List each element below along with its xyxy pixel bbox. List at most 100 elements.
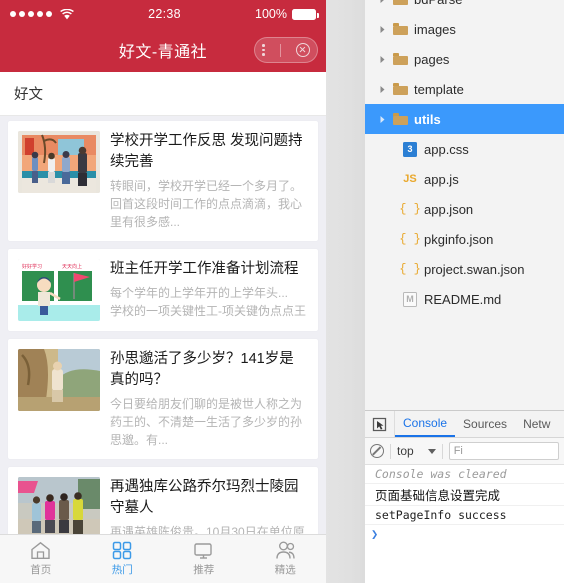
inspect-element-icon[interactable]: [365, 411, 395, 437]
chevron-right-icon[interactable]: [375, 25, 389, 34]
article-text: 孙思邈活了多少岁？141岁是真的吗？ 今日要给朋友们聊的是被世人称之为药王的、不…: [110, 349, 308, 449]
signal-dot: [37, 11, 43, 17]
file-name: app.json: [424, 201, 474, 217]
markdown-file-icon: M: [399, 291, 421, 307]
console-input-row[interactable]: ❯: [365, 525, 564, 543]
toolbar-divider: [390, 443, 391, 459]
article-thumbnail: [18, 477, 100, 534]
svg-text:好好学习: 好好学习: [22, 263, 42, 270]
folder-icon: [389, 53, 411, 65]
tabbar-label: 推荐: [193, 564, 215, 576]
console-log-entry: setPageInfo success: [365, 506, 564, 525]
signal-dot: [46, 11, 52, 17]
status-time: 22:38: [148, 7, 181, 21]
file-tree-row-file[interactable]: M README.md: [365, 284, 564, 314]
app-window: 22:38 100% 好文-青通社 好文 学校开学工作反思 发现问题持续完善 转…: [0, 0, 564, 583]
more-dots-icon[interactable]: [262, 44, 265, 56]
category-tabs: 好文: [0, 72, 326, 116]
monitor-icon: [193, 541, 214, 560]
tabbar-item-featured[interactable]: 精选: [245, 541, 327, 577]
file-tree-row-file[interactable]: { } project.swan.json: [365, 254, 564, 284]
file-name: template: [414, 81, 464, 97]
console-toolbar: top Fi: [365, 438, 564, 465]
article-desc: 再遇英雄陈俊贵。10月30日在单位原本是打: [110, 525, 305, 534]
status-battery-group: 100%: [255, 7, 319, 21]
folder-icon: [389, 0, 411, 5]
app-navbar: 好文-青通社: [0, 28, 326, 72]
article-desc: 今日要给朋友们聊的是被世人称之为药王的、不清楚一生活了多少岁的孙思邈。有...: [110, 397, 303, 448]
devtools-tab-sources[interactable]: Sources: [455, 411, 515, 437]
article-text: 再遇独库公路乔尔玛烈士陵园守墓人 再遇英雄陈俊贵。10月30日在单位原本是打 A…: [110, 477, 308, 534]
file-name: pkginfo.json: [424, 231, 494, 247]
json-file-icon: { }: [399, 262, 421, 276]
console-context-selector[interactable]: top: [397, 444, 436, 458]
chevron-right-icon[interactable]: [375, 0, 389, 4]
file-name: project.swan.json: [424, 261, 525, 277]
article-card[interactable]: 孙思邈活了多少岁？141岁是真的吗？ 今日要给朋友们聊的是被世人称之为药王的、不…: [8, 339, 318, 460]
console-log-entry: Console was cleared: [365, 465, 564, 484]
signal-dot: [19, 11, 25, 17]
article-text: 学校开学工作反思 发现问题持续完善 转眼间，学校开学已经一个多月了。回首这段时间…: [110, 131, 308, 231]
json-file-icon: { }: [399, 232, 421, 246]
tabbar-label: 首页: [30, 564, 52, 576]
wifi-icon: [60, 8, 74, 20]
article-title: 再遇独库公路乔尔玛烈士陵园守墓人: [110, 479, 299, 517]
ide-panel: bdParse images pages template utils: [365, 0, 564, 583]
console-filter-input[interactable]: Fi: [448, 442, 559, 460]
article-card[interactable]: 再遇独库公路乔尔玛烈士陵园守墓人 再遇英雄陈俊贵。10月30日在单位原本是打 A…: [8, 467, 318, 534]
home-icon: [30, 541, 51, 560]
file-name: app.css: [424, 141, 469, 157]
panel-splitter[interactable]: [326, 0, 365, 583]
page-title: 好文-青通社: [118, 44, 208, 61]
file-name: pages: [414, 51, 450, 67]
file-explorer[interactable]: bdParse images pages template utils: [365, 0, 564, 410]
file-tree-row-folder[interactable]: pages: [365, 44, 564, 74]
article-feed[interactable]: 学校开学工作反思 发现问题持续完善 转眼间，学校开学已经一个多月了。回首这段时间…: [0, 116, 326, 534]
devtools-tabbar: Console Sources Netw: [365, 411, 564, 438]
file-tree-row-file[interactable]: { } app.json: [365, 194, 564, 224]
file-name: README.md: [424, 291, 502, 307]
clear-console-icon[interactable]: [370, 444, 384, 458]
file-tree-row-file[interactable]: JS app.js: [365, 164, 564, 194]
chevron-right-icon[interactable]: [375, 115, 389, 124]
capsule-button-group[interactable]: [254, 37, 318, 63]
article-thumbnail: [18, 131, 100, 193]
signal-dot: [10, 11, 16, 17]
console-log-list[interactable]: Console was cleared 页面基础信息设置完成 setPageIn…: [365, 465, 564, 583]
file-tree-row-folder-selected[interactable]: utils: [365, 104, 564, 134]
file-name: app.js: [424, 171, 459, 187]
close-circle-icon[interactable]: [295, 43, 310, 57]
chevron-down-icon[interactable]: [427, 448, 436, 454]
tabbar-item-hot[interactable]: 热门: [82, 541, 164, 577]
prompt-arrow-icon: ❯: [371, 527, 379, 541]
file-tree-row-file[interactable]: { } pkginfo.json: [365, 224, 564, 254]
article-thumbnail: 好好学习 天天向上: [18, 259, 100, 322]
file-name: utils: [414, 111, 441, 127]
console-context-value: top: [397, 444, 414, 458]
article-thumbnail: [18, 349, 100, 412]
devtools-tab-console[interactable]: Console: [395, 411, 456, 437]
file-tree-row-folder[interactable]: template: [365, 74, 564, 104]
article-title: 班主任开学工作准备计划流程: [110, 261, 299, 278]
file-tree-row-file[interactable]: 3 app.css: [365, 134, 564, 164]
js-file-icon: JS: [403, 173, 417, 185]
simulator-panel: 22:38 100% 好文-青通社 好文 学校开学工作反思 发现问题持续完善 转…: [0, 0, 326, 583]
article-card[interactable]: 学校开学工作反思 发现问题持续完善 转眼间，学校开学已经一个多月了。回首这段时间…: [8, 121, 318, 242]
article-card[interactable]: 好好学习 天天向上 班主任开学工作准备计划流程 每个学年的上学年开的上学年头..…: [8, 249, 318, 332]
file-tree-row-folder[interactable]: bdParse: [365, 0, 564, 14]
chevron-right-icon[interactable]: [375, 85, 389, 94]
tabbar-item-recommend[interactable]: 推荐: [163, 541, 245, 577]
article-desc-overlap: 学校的一项关键性工-项关键伪点点王: [110, 304, 306, 319]
grid-icon: [112, 541, 132, 560]
json-file-icon: { }: [399, 202, 421, 216]
tab-haowen[interactable]: 好文: [14, 83, 43, 104]
file-tree-row-folder[interactable]: images: [365, 14, 564, 44]
devtools-tab-network[interactable]: Netw: [515, 411, 558, 437]
tabbar-item-home[interactable]: 首页: [0, 541, 82, 577]
article-title: 学校开学工作反思 发现问题持续完善: [110, 133, 303, 171]
phone-status-bar: 22:38 100%: [0, 0, 326, 28]
devtools-panel: Console Sources Netw top Fi Console was …: [365, 410, 564, 583]
bottom-tabbar: 首页 热门 推荐 精选: [0, 534, 326, 583]
console-log-entry: 页面基础信息设置完成: [365, 484, 564, 506]
chevron-right-icon[interactable]: [375, 55, 389, 64]
